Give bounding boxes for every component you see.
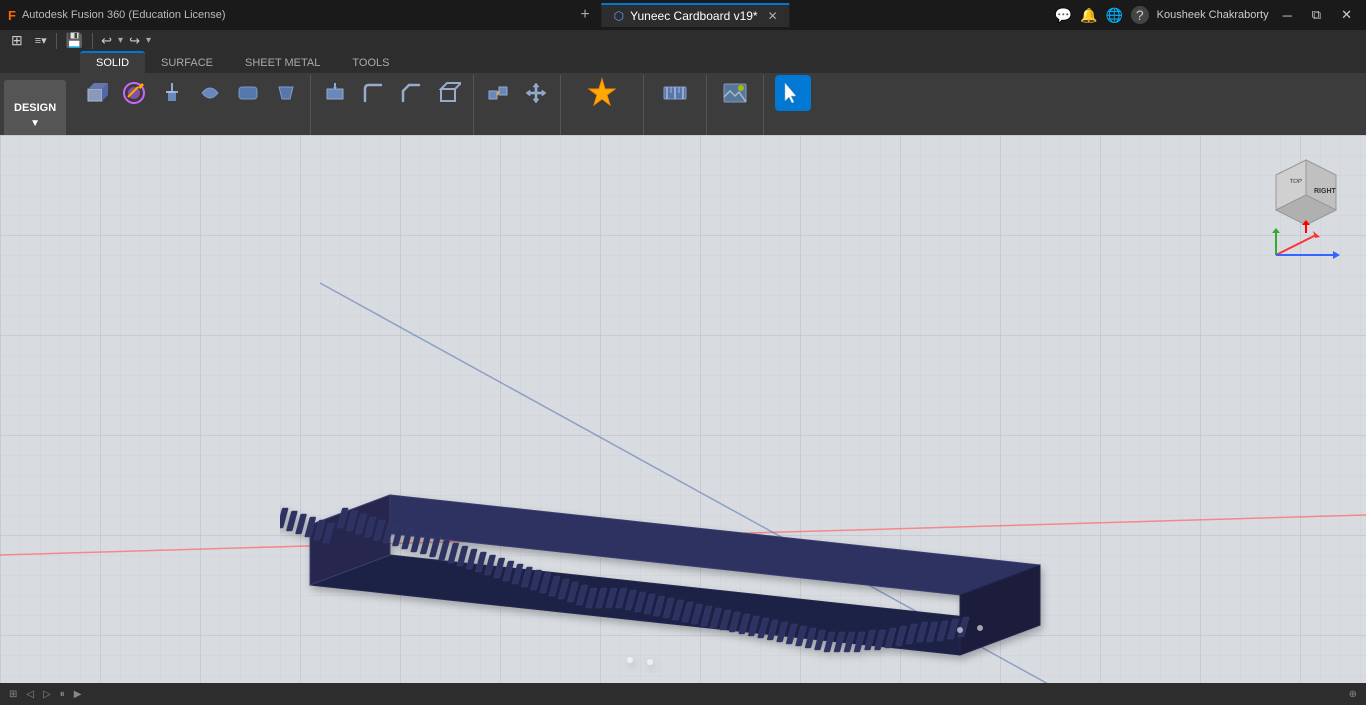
- tab-close-btn[interactable]: ✕: [768, 9, 778, 23]
- nav-cube-svg: RIGHT TOP: [1266, 145, 1346, 235]
- loft-btn[interactable]: [268, 75, 304, 111]
- undo-icon[interactable]: ↩: [97, 31, 116, 51]
- file-menu-icon[interactable]: ≡▾: [30, 32, 52, 49]
- new-tab-btn[interactable]: +: [576, 6, 593, 24]
- active-tab[interactable]: ⬡ Yuneec Cardboard v19* ✕: [602, 3, 790, 27]
- tab-tools[interactable]: TOOLS: [336, 53, 405, 73]
- app-icon: F: [8, 8, 16, 23]
- title-bar-right: 💬 🔔 🌐 ? Kousheek Chakraborty ─ ⧉ ✕: [1055, 5, 1358, 25]
- axis-arrows: [1266, 225, 1346, 265]
- shell-btn[interactable]: [431, 75, 467, 111]
- create-sketch-btn[interactable]: [116, 75, 152, 111]
- create-icons: [78, 75, 304, 111]
- svg-text:TOP: TOP: [1289, 179, 1302, 185]
- tab-sheet-metal[interactable]: SHEET METAL: [229, 53, 336, 73]
- chamfer-btn[interactable]: [393, 75, 429, 111]
- tab-icon: ⬡: [614, 9, 624, 23]
- restore-btn[interactable]: ⧉: [1306, 5, 1327, 25]
- extrude-btn[interactable]: [154, 75, 190, 111]
- toolbar-tabs: SOLID SURFACE SHEET METAL TOOLS: [0, 51, 1366, 73]
- status-icon-3[interactable]: ▷: [40, 688, 54, 701]
- tab-title: Yuneec Cardboard v19*: [630, 9, 757, 23]
- redo-icon[interactable]: ↪: [125, 31, 144, 51]
- insert-icons: [717, 75, 753, 111]
- modify-icons: [317, 75, 467, 111]
- toolbar-area: ⊞ ≡▾ 💾 ↩ ▾ ↪ ▾ SOLID SURFACE SHEET METAL…: [0, 30, 1366, 135]
- nav-cube[interactable]: RIGHT TOP: [1266, 145, 1346, 235]
- svg-text:RIGHT: RIGHT: [1314, 188, 1337, 195]
- status-icon-right[interactable]: ⊕: [1346, 688, 1360, 701]
- grid-icon[interactable]: ⊞: [6, 30, 28, 51]
- fillet-btn[interactable]: [355, 75, 391, 111]
- app-title: Autodesk Fusion 360 (Education License): [22, 9, 226, 21]
- status-icon-4[interactable]: ⏸: [57, 688, 68, 701]
- construct-plane-btn[interactable]: [584, 75, 620, 111]
- status-icon-1[interactable]: ⊞: [6, 688, 20, 701]
- design-label: DESIGN: [14, 102, 56, 114]
- insert-image-btn[interactable]: [717, 75, 753, 111]
- globe-icon[interactable]: 🌐: [1105, 7, 1122, 24]
- title-bar: F Autodesk Fusion 360 (Education License…: [0, 0, 1366, 30]
- quick-access-bar: ⊞ ≡▾ 💾 ↩ ▾ ↪ ▾: [0, 30, 1366, 51]
- new-component-btn[interactable]: [78, 75, 114, 111]
- title-center: + ⬡ Yuneec Cardboard v19* ✕: [576, 3, 789, 27]
- title-bar-left: F Autodesk Fusion 360 (Education License…: [8, 8, 226, 23]
- press-pull-btn[interactable]: [317, 75, 353, 111]
- separator1: [56, 33, 57, 49]
- 3d-model: [280, 375, 1080, 683]
- inspect-icons: [657, 75, 693, 111]
- revolve-btn[interactable]: [192, 75, 228, 111]
- construct-icons: [584, 75, 620, 111]
- measure-btn[interactable]: [657, 75, 693, 111]
- status-icon-2[interactable]: ◁: [23, 688, 37, 701]
- info-icon[interactable]: 🔔: [1080, 7, 1097, 24]
- user-name[interactable]: Kousheek Chakraborty: [1157, 9, 1269, 21]
- help-icon[interactable]: ?: [1131, 6, 1149, 24]
- design-arrow: ▼: [30, 118, 40, 129]
- move-btn[interactable]: [518, 75, 554, 111]
- select-btn[interactable]: [775, 75, 811, 111]
- separator2: [92, 33, 93, 49]
- redo-arrow[interactable]: ▾: [146, 35, 151, 46]
- status-icon-5[interactable]: ▶: [71, 688, 85, 701]
- chat-icon[interactable]: 💬: [1055, 7, 1072, 24]
- close-btn[interactable]: ✕: [1335, 5, 1358, 25]
- save-icon[interactable]: 💾: [61, 30, 88, 51]
- assemble-icons: [480, 75, 554, 111]
- select-icons: [775, 75, 811, 111]
- sweep-btn[interactable]: [230, 75, 266, 111]
- undo-arrow[interactable]: ▾: [118, 35, 123, 46]
- tab-solid[interactable]: SOLID: [80, 51, 145, 73]
- status-bar: ⊞ ◁ ▷ ⏸ ▶ ⊕: [0, 683, 1366, 705]
- tab-surface[interactable]: SURFACE: [145, 53, 229, 73]
- joint-btn[interactable]: [480, 75, 516, 111]
- viewport[interactable]: RIGHT TOP: [0, 135, 1366, 683]
- minimize-btn[interactable]: ─: [1277, 6, 1298, 25]
